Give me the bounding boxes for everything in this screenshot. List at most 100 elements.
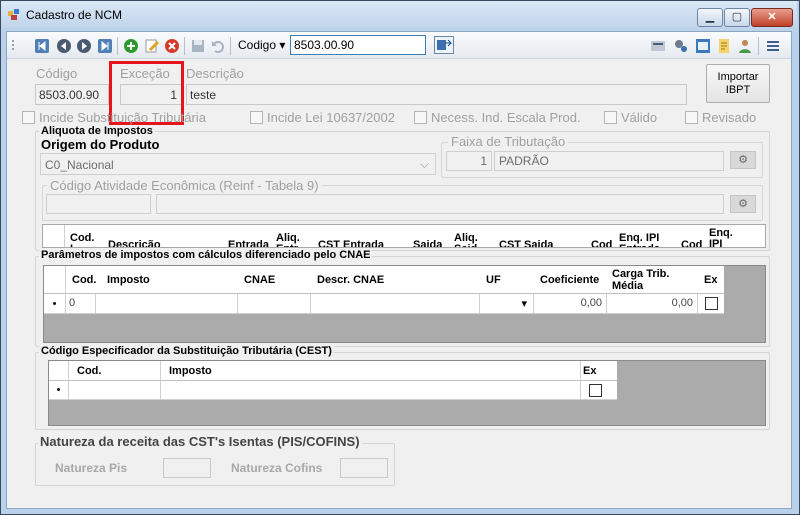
view-icon[interactable] <box>650 38 666 54</box>
next-record-icon[interactable] <box>76 38 92 54</box>
app-icon <box>8 9 19 20</box>
toolbar-separator <box>184 37 185 55</box>
origem-select[interactable]: C0_Nacional ⌵ <box>40 153 436 175</box>
parametros-group-title: Parâmetros de impostos com cálculos dife… <box>39 249 373 261</box>
toolbar-separator <box>758 37 759 55</box>
document-icon[interactable] <box>716 38 732 54</box>
gear-icon[interactable]: ⚙ <box>730 151 756 169</box>
previous-record-icon[interactable] <box>56 38 72 54</box>
origem-label: Origem do Produto <box>41 137 160 152</box>
table-row[interactable]: • <box>49 381 617 400</box>
valido-checkbox[interactable] <box>604 111 617 124</box>
column-header[interactable]: CST Saida <box>499 239 553 247</box>
column-header[interactable]: Ex <box>581 361 617 381</box>
descr-cnae-cell[interactable] <box>311 294 480 314</box>
column-header[interactable]: Descr. CNAE <box>317 274 384 286</box>
search-go-icon[interactable] <box>434 36 454 54</box>
row-marker: • <box>44 294 66 314</box>
column-header[interactable]: Entrada <box>228 239 269 247</box>
faixa-code-field[interactable]: 1 <box>446 151 492 171</box>
cnae-cell[interactable] <box>238 294 311 314</box>
save-icon[interactable] <box>190 38 206 54</box>
search-field-selector[interactable]: Codigo ▾ <box>238 38 285 52</box>
table-row[interactable]: • 0 ▾ 0,00 0,00 <box>44 294 724 314</box>
revisado-checkbox[interactable] <box>685 111 698 124</box>
edit-icon[interactable] <box>144 38 160 54</box>
parametros-grid-header: Cod. Imposto CNAE Descr. CNAE UF Coefici… <box>44 266 724 294</box>
search-input[interactable] <box>290 35 426 55</box>
delete-icon[interactable] <box>164 38 180 54</box>
column-header[interactable]: Aliq. Entr. <box>276 233 312 248</box>
ex-checkbox[interactable] <box>705 297 718 310</box>
column-header[interactable]: Descrição <box>108 239 161 247</box>
column-header[interactable]: Enq. IPI <box>709 228 743 248</box>
settings-icon[interactable] <box>673 38 689 54</box>
origem-value: C0_Nacional <box>45 158 114 172</box>
gear-icon[interactable]: ⚙ <box>730 195 756 213</box>
window-title: Cadastro de NCM <box>26 8 123 22</box>
maximize-button[interactable]: ▢ <box>724 8 750 27</box>
uf-select[interactable]: ▾ <box>480 294 534 314</box>
parametros-grid: Cod. Imposto CNAE Descr. CNAE UF Coefici… <box>43 265 766 343</box>
aliquota-grid-header: Cod. I Descrição Entrada Aliq. Entr. CST… <box>42 224 766 248</box>
column-header[interactable]: CST Entrada <box>318 239 384 247</box>
undo-icon[interactable] <box>210 38 226 54</box>
cod-cell[interactable]: 0 <box>66 294 96 314</box>
search-field-label: Codigo <box>238 38 277 52</box>
ex-checkbox[interactable] <box>589 384 602 397</box>
column-header[interactable]: Saida <box>413 239 442 247</box>
column-header[interactable]: CNAE <box>244 274 275 286</box>
column-header[interactable]: Cod. <box>69 361 161 381</box>
descricao-field[interactable]: teste <box>186 84 687 105</box>
screen-icon[interactable] <box>695 38 711 54</box>
column-header[interactable]: Cod <box>681 239 702 247</box>
natureza-pis-label: Natureza Pis <box>55 461 128 475</box>
codigo-field[interactable]: 8503.00.90 <box>35 84 109 105</box>
natureza-cofins-field[interactable] <box>340 458 388 478</box>
column-header[interactable]: Ex <box>704 274 717 286</box>
first-record-icon[interactable] <box>34 38 50 54</box>
column-header[interactable]: Enq. IPI Entrada <box>619 233 671 248</box>
natureza-pis-field[interactable] <box>163 458 211 478</box>
minimize-button[interactable]: ▁ <box>697 8 723 27</box>
importar-ibpt-button[interactable]: Importar IBPT <box>706 64 770 103</box>
menu-icon[interactable] <box>765 38 781 54</box>
faixa-label: Faixa de Tributação <box>448 134 569 149</box>
importar-label: Importar <box>717 71 759 83</box>
natureza-group-title: Natureza da receita das CST's Isentas (P… <box>38 434 362 449</box>
column-header[interactable]: Coeficiente <box>540 274 599 286</box>
cest-imposto-cell[interactable] <box>161 381 581 400</box>
toolbar-grip-icon <box>12 40 14 50</box>
close-button[interactable]: ✕ <box>751 8 793 27</box>
column-header[interactable]: Cod. I <box>70 233 100 248</box>
row-header-cell <box>43 225 65 247</box>
necess-escala-label: Necess. Ind. Escala Prod. <box>431 110 581 125</box>
imposto-cell[interactable] <box>96 294 238 314</box>
toolbar-separator <box>230 37 231 55</box>
incide-lei-checkbox[interactable] <box>250 111 263 124</box>
column-header[interactable]: Aliq. Said. <box>454 233 490 248</box>
cest-grid: Cod. Imposto Ex • <box>48 360 766 426</box>
column-header[interactable]: UF <box>486 274 501 286</box>
cest-grid-header: Cod. Imposto Ex <box>49 361 617 381</box>
user-icon[interactable] <box>737 38 753 54</box>
column-header[interactable]: Cod <box>591 239 612 247</box>
row-header-cell <box>49 361 69 381</box>
column-header[interactable]: Imposto <box>107 274 150 286</box>
necess-escala-checkbox[interactable] <box>414 111 427 124</box>
column-header[interactable]: Cod. <box>72 274 96 286</box>
revisado-label: Revisado <box>702 110 757 125</box>
column-header[interactable]: Imposto <box>161 361 581 381</box>
add-icon[interactable] <box>123 38 139 54</box>
coeficiente-cell[interactable]: 0,00 <box>534 294 607 314</box>
cest-cod-cell[interactable] <box>69 381 161 400</box>
atividade-desc-field[interactable] <box>156 194 724 214</box>
incide-st-checkbox[interactable] <box>22 111 35 124</box>
aliquota-group-title: Aliquota de Impostos <box>39 125 155 137</box>
last-record-icon[interactable] <box>97 38 113 54</box>
atividade-code-field[interactable] <box>46 194 151 214</box>
chevron-down-icon: ▾ <box>521 298 527 310</box>
column-header[interactable]: Carga Trib. Média <box>612 268 672 292</box>
carga-cell[interactable]: 0,00 <box>607 294 698 314</box>
faixa-name-field[interactable]: PADRÃO <box>494 151 724 171</box>
